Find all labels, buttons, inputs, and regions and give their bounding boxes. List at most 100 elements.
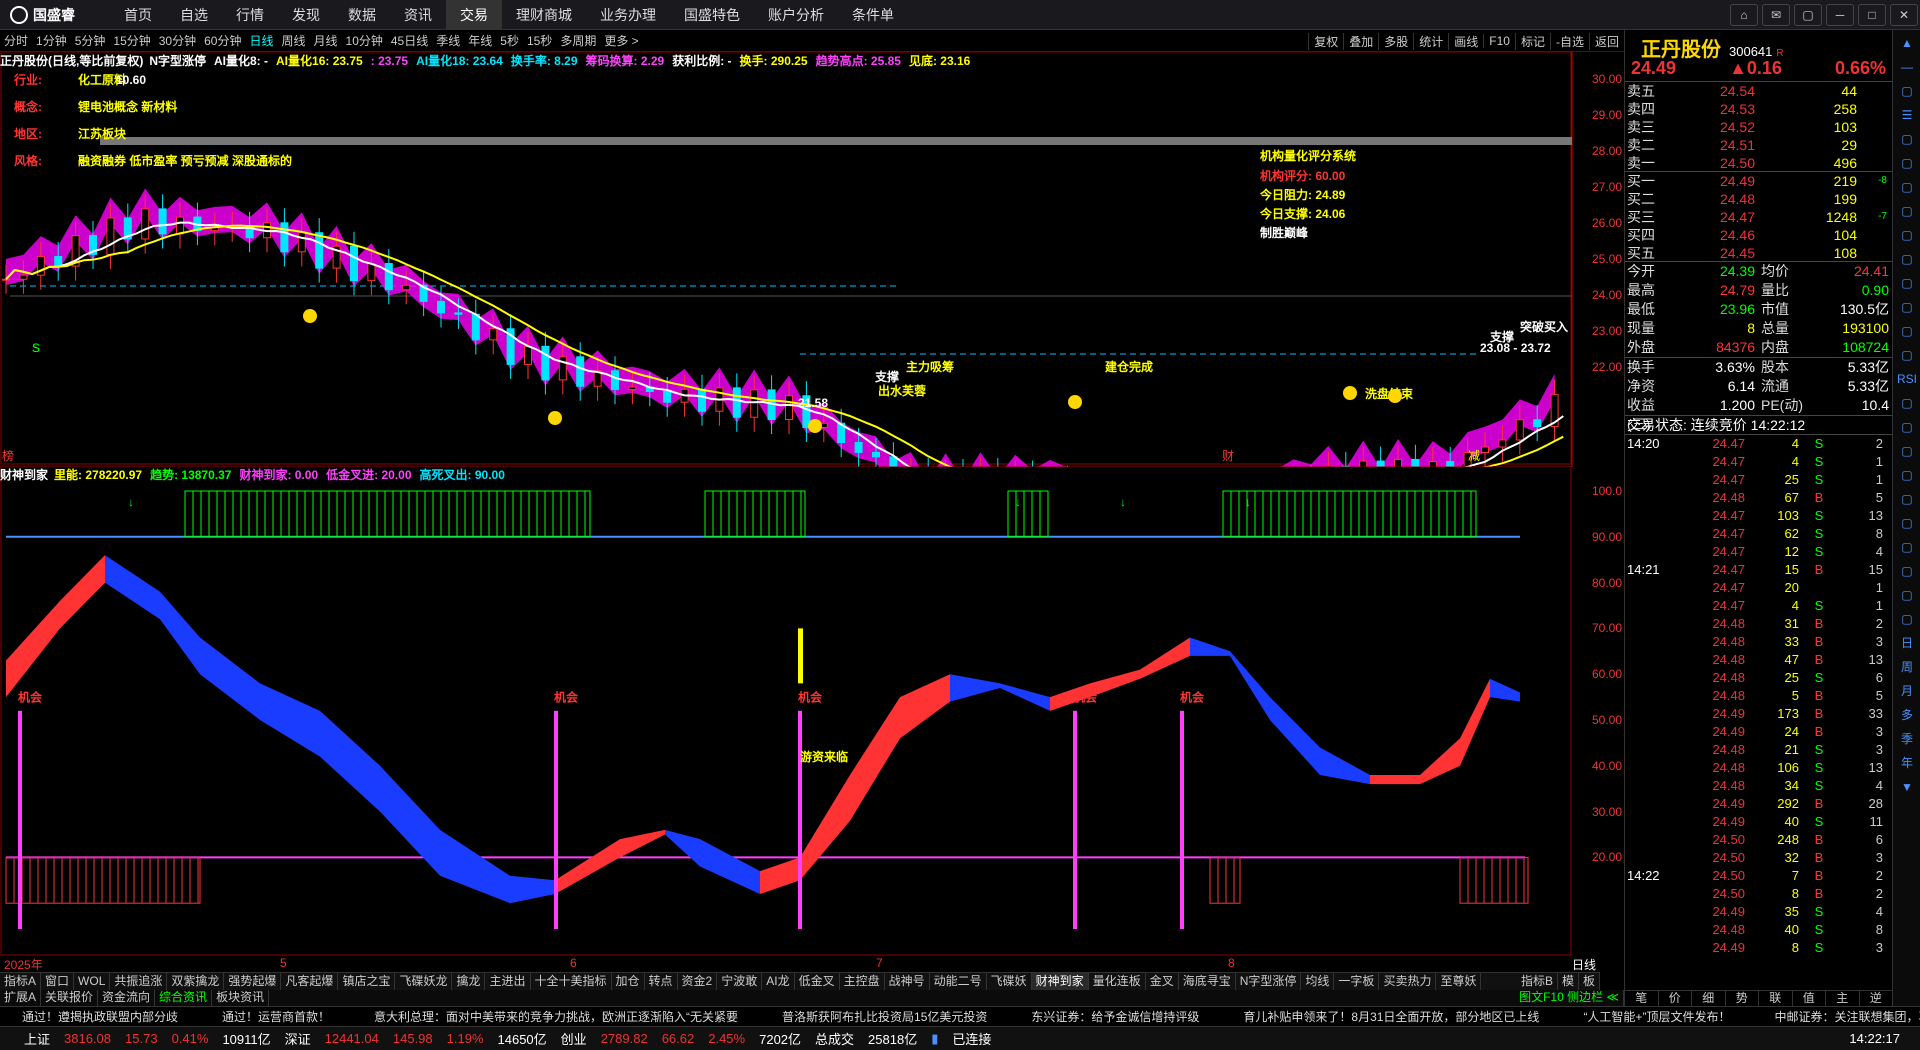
indicator-tab-right[interactable]: 指标B bbox=[1517, 973, 1558, 990]
order-price[interactable]: 24.49 bbox=[1665, 172, 1755, 190]
app-logo[interactable]: 国盛睿 bbox=[0, 5, 110, 25]
menu-item-10[interactable]: 账户分析 bbox=[754, 0, 838, 30]
indicator-tab[interactable]: 战神号 bbox=[885, 973, 930, 990]
period-0[interactable]: 分时 bbox=[0, 32, 32, 49]
period-15[interactable]: 多周期 bbox=[556, 32, 600, 49]
info-tab[interactable]: 关联报价 bbox=[41, 990, 99, 1006]
side-tool-icon[interactable]: ▢ bbox=[1895, 440, 1919, 462]
period-4[interactable]: 30分钟 bbox=[155, 32, 200, 49]
indicator-tab[interactable]: 十全十美指标 bbox=[531, 973, 612, 990]
menu-item-2[interactable]: 行情 bbox=[222, 0, 278, 30]
indicator-chart[interactable]: ↓ ↓ ↓ ↓ 机会 机会 机会 机会 机会游资来临 bbox=[0, 466, 1620, 956]
sz-index-label[interactable]: 深证 bbox=[285, 1029, 311, 1048]
side-tool-icon[interactable]: ▢ bbox=[1895, 344, 1919, 366]
side-tool-icon[interactable]: ▲ bbox=[1895, 32, 1919, 54]
indicator-tab[interactable]: 转点 bbox=[645, 973, 678, 990]
side-tool-icon[interactable]: ▼ bbox=[1895, 776, 1919, 798]
menu-item-11[interactable]: 条件单 bbox=[838, 0, 908, 30]
side-tool-icon[interactable]: 周 bbox=[1895, 656, 1919, 678]
menu-item-1[interactable]: 自选 bbox=[166, 0, 222, 30]
quote-tab[interactable]: 势 bbox=[1726, 991, 1759, 1006]
side-tool-icon[interactable]: ▢ bbox=[1895, 200, 1919, 222]
order-price[interactable]: 24.54 bbox=[1665, 82, 1755, 100]
indicator-tab[interactable]: AI龙 bbox=[762, 973, 795, 990]
indicator-tab[interactable]: 一字板 bbox=[1334, 973, 1380, 990]
side-tool-icon[interactable]: 年 bbox=[1895, 752, 1919, 774]
side-tool-icon[interactable]: ▢ bbox=[1895, 152, 1919, 174]
side-tool-icon[interactable]: ▢ bbox=[1895, 512, 1919, 534]
indicator-tab[interactable]: 买卖热力 bbox=[1379, 973, 1437, 990]
side-tool-icon[interactable]: 季 bbox=[1895, 728, 1919, 750]
f10-sidebar-toggle[interactable]: 图文F10 侧边栏 ≪ bbox=[1515, 990, 1624, 1006]
order-price[interactable]: 24.52 bbox=[1665, 118, 1755, 136]
order-price[interactable]: 24.50 bbox=[1665, 154, 1755, 171]
quote-tab[interactable]: 笔 bbox=[1625, 991, 1659, 1006]
period-14[interactable]: 15秒 bbox=[523, 32, 556, 49]
side-tool-icon[interactable]: 月 bbox=[1895, 680, 1919, 702]
side-tool-icon[interactable]: ▢ bbox=[1895, 224, 1919, 246]
indicator-tab[interactable]: 均线 bbox=[1301, 973, 1335, 990]
quote-tab[interactable]: 联 bbox=[1759, 991, 1793, 1006]
indicator-tab[interactable]: 宁波敢 bbox=[717, 973, 763, 990]
menu-item-4[interactable]: 数据 bbox=[334, 0, 390, 30]
side-tool-icon[interactable]: ▢ bbox=[1895, 248, 1919, 270]
window-control-icon-1[interactable]: ✉ bbox=[1762, 3, 1790, 26]
menu-item-6[interactable]: 交易 bbox=[446, 0, 502, 30]
side-tool-icon[interactable]: ▢ bbox=[1895, 320, 1919, 342]
info-tab[interactable]: 综合资讯 bbox=[155, 990, 213, 1006]
tool-6[interactable]: 标记 bbox=[1514, 32, 1550, 50]
info-tab[interactable]: 板块资讯 bbox=[212, 990, 270, 1006]
indicator-tab[interactable]: 主控盘 bbox=[840, 973, 885, 990]
tool-7[interactable]: -自选 bbox=[1549, 32, 1589, 50]
side-tool-icon[interactable]: 多 bbox=[1895, 704, 1919, 726]
indicator-tab[interactable]: 指标A bbox=[0, 973, 42, 990]
indicator-tab[interactable]: N字型涨停 bbox=[1236, 973, 1302, 990]
period-13[interactable]: 5秒 bbox=[496, 32, 523, 49]
news-item[interactable]: 普洛斯获阿布扎比投资局15亿美元投资 bbox=[760, 1007, 1009, 1026]
indicator-tab[interactable]: 飞碟妖 bbox=[987, 973, 1032, 990]
indicator-tab[interactable]: 金叉 bbox=[1146, 973, 1179, 990]
period-12[interactable]: 年线 bbox=[464, 32, 496, 49]
indicator-tab[interactable]: 主进出 bbox=[485, 973, 531, 990]
indicator-tab[interactable]: 凡客起爆 bbox=[281, 973, 339, 990]
side-tool-icon[interactable]: ▢ bbox=[1895, 536, 1919, 558]
news-item[interactable]: “人工智能+”顶层文件发布！ bbox=[1561, 1007, 1752, 1026]
order-price[interactable]: 24.46 bbox=[1665, 226, 1755, 244]
menu-item-9[interactable]: 国盛特色 bbox=[670, 0, 754, 30]
side-tool-icon[interactable]: ▢ bbox=[1895, 464, 1919, 486]
indicator-tab[interactable]: 强势起爆 bbox=[224, 973, 282, 990]
quote-tab[interactable]: 价 bbox=[1659, 991, 1692, 1006]
order-price[interactable]: 24.48 bbox=[1665, 190, 1755, 208]
window-control-icon-4[interactable]: □ bbox=[1858, 3, 1886, 26]
side-tool-icon[interactable]: ▢ bbox=[1895, 392, 1919, 414]
side-tool-icon[interactable]: ▢ bbox=[1895, 80, 1919, 102]
tick-list[interactable]: 14:20 24.47 4 S 2 24.47 4 S 1 24.47 25 S 1 24.48 67 B 5 2… bbox=[1625, 435, 1892, 957]
indicator-tab[interactable]: 擒龙 bbox=[452, 973, 486, 990]
indicator-tab[interactable]: 动能二号 bbox=[930, 973, 987, 990]
indicator-tab[interactable]: 双紫擒龙 bbox=[167, 973, 225, 990]
order-price[interactable]: 24.45 bbox=[1665, 244, 1755, 261]
indicator-tab[interactable]: 量化连板 bbox=[1089, 973, 1146, 990]
period-3[interactable]: 15分钟 bbox=[109, 32, 154, 49]
news-item[interactable]: 中邮证券：关注联想集团，再次... bbox=[1752, 1007, 1920, 1026]
info-tab[interactable]: 扩展A bbox=[0, 990, 42, 1006]
side-tool-icon[interactable]: 日 bbox=[1895, 632, 1919, 654]
indicator-tab[interactable]: 共振追涨 bbox=[110, 973, 168, 990]
side-tool-icon[interactable]: ▢ bbox=[1895, 128, 1919, 150]
sh-index-label[interactable]: 上证 bbox=[0, 1029, 50, 1048]
period-11[interactable]: 季线 bbox=[432, 32, 464, 49]
quote-tab[interactable]: 细 bbox=[1692, 991, 1726, 1006]
news-item[interactable]: 意大利总理：面对中美带来的竞争力挑战，欧洲正逐渐陷入“无关紧要 bbox=[352, 1007, 760, 1026]
cy-index-label[interactable]: 创业 bbox=[561, 1029, 587, 1048]
period-6[interactable]: 日线 bbox=[245, 32, 277, 49]
indicator-tab[interactable]: 资金2 bbox=[678, 973, 718, 990]
indicator-tab-right[interactable]: 板 bbox=[1579, 973, 1600, 990]
indicator-tab[interactable]: WOL bbox=[74, 973, 111, 990]
indicator-tab[interactable]: 加仓 bbox=[612, 973, 645, 990]
window-control-icon-5[interactable]: ✕ bbox=[1890, 3, 1918, 26]
menu-item-5[interactable]: 资讯 bbox=[390, 0, 446, 30]
window-control-icon-0[interactable]: ⌂ bbox=[1730, 3, 1758, 26]
period-8[interactable]: 月线 bbox=[310, 32, 342, 49]
quote-tab[interactable]: 逆 bbox=[1860, 991, 1893, 1006]
window-control-icon-2[interactable]: ▢ bbox=[1794, 3, 1822, 26]
